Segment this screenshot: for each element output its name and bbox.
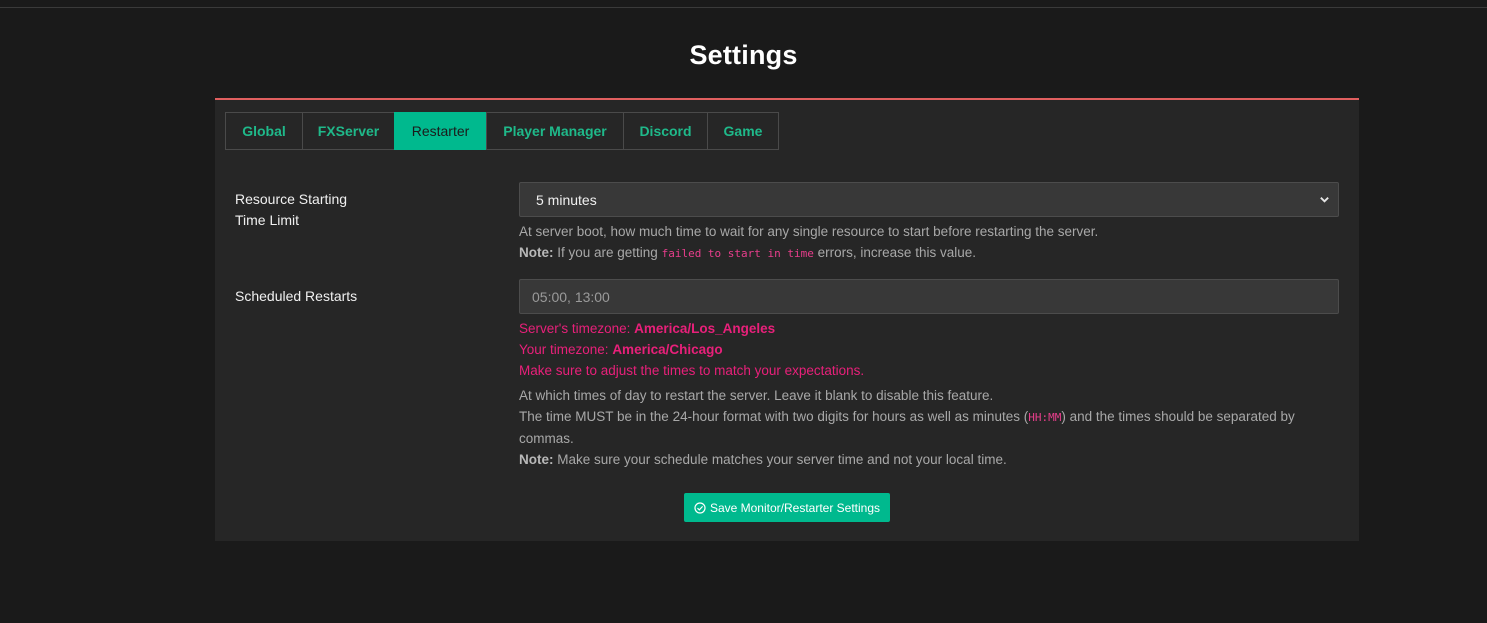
resource-limit-help-text: At server boot, how much time to wait fo… bbox=[519, 224, 1099, 239]
chevron-down-icon bbox=[1320, 197, 1329, 203]
note-label: Note: bbox=[519, 245, 554, 260]
scheduled-help-line2-post: ) and the times should be separated by bbox=[1061, 409, 1295, 424]
tab-game[interactable]: Game bbox=[707, 112, 779, 150]
scheduled-restarts-help: At which times of day to restart the ser… bbox=[519, 385, 1339, 470]
page-title: Settings bbox=[689, 40, 798, 70]
tab-fxserver[interactable]: FXServer bbox=[302, 112, 395, 150]
scheduled-help-line2: The time MUST be in the 24-hour format w… bbox=[519, 406, 1339, 428]
tab-global[interactable]: Global bbox=[225, 112, 303, 150]
note-text-pre: If you are getting bbox=[553, 245, 662, 260]
server-timezone-label: Server's timezone: bbox=[519, 321, 635, 336]
scheduled-restarts-note: Note: Make sure your schedule matches yo… bbox=[519, 449, 1339, 470]
tab-discord[interactable]: Discord bbox=[623, 112, 708, 150]
server-timezone-line: Server's timezone: America/Los_Angeles bbox=[519, 318, 775, 339]
server-timezone-value: America/Los_Angeles bbox=[634, 321, 776, 336]
note-text: Make sure your schedule matches your ser… bbox=[553, 452, 1007, 467]
scheduled-help-line2-pre: The time MUST be in the 24-hour format w… bbox=[519, 409, 1029, 424]
scheduled-restarts-label: Scheduled Restarts bbox=[235, 288, 358, 304]
resource-limit-select[interactable]: 5 minutes bbox=[519, 182, 1339, 217]
resource-limit-help: At server boot, how much time to wait fo… bbox=[519, 221, 1339, 264]
save-button-label: Save Monitor/Restarter Settings bbox=[709, 500, 881, 515]
top-divider bbox=[0, 7, 1487, 8]
settings-tabs: Global FXServer Restarter Player Manager… bbox=[225, 112, 779, 150]
note-code: failed to start in time bbox=[661, 247, 814, 260]
tab-restarter[interactable]: Restarter bbox=[394, 112, 487, 150]
time-format-code: HH:MM bbox=[1028, 411, 1062, 424]
resource-limit-label-line1: Resource Starting bbox=[235, 191, 348, 207]
resource-limit-label: Resource Starting Time Limit bbox=[235, 189, 347, 231]
your-timezone-value: America/Chicago bbox=[612, 342, 723, 357]
note-text-post: errors, increase this value. bbox=[813, 245, 976, 260]
resource-limit-note: Note: If you are getting failed to start… bbox=[519, 242, 1339, 264]
resource-limit-selected-value: 5 minutes bbox=[536, 191, 597, 208]
note-label: Note: bbox=[519, 452, 554, 467]
scheduled-help-line1: At which times of day to restart the ser… bbox=[519, 388, 994, 403]
your-timezone-line: Your timezone: America/Chicago bbox=[519, 339, 723, 360]
check-circle-icon bbox=[694, 501, 706, 514]
settings-card: Global FXServer Restarter Player Manager… bbox=[215, 98, 1359, 541]
scheduled-restarts-input[interactable] bbox=[519, 279, 1339, 314]
save-restarter-settings-button[interactable]: Save Monitor/Restarter Settings bbox=[684, 493, 890, 522]
scheduled-help-line3: commas. bbox=[519, 431, 574, 446]
timezone-adjust-warning: Make sure to adjust the times to match y… bbox=[519, 363, 865, 378]
resource-limit-label-line2: Time Limit bbox=[235, 212, 300, 228]
your-timezone-label: Your timezone: bbox=[519, 342, 613, 357]
tab-player-manager[interactable]: Player Manager bbox=[486, 112, 624, 150]
